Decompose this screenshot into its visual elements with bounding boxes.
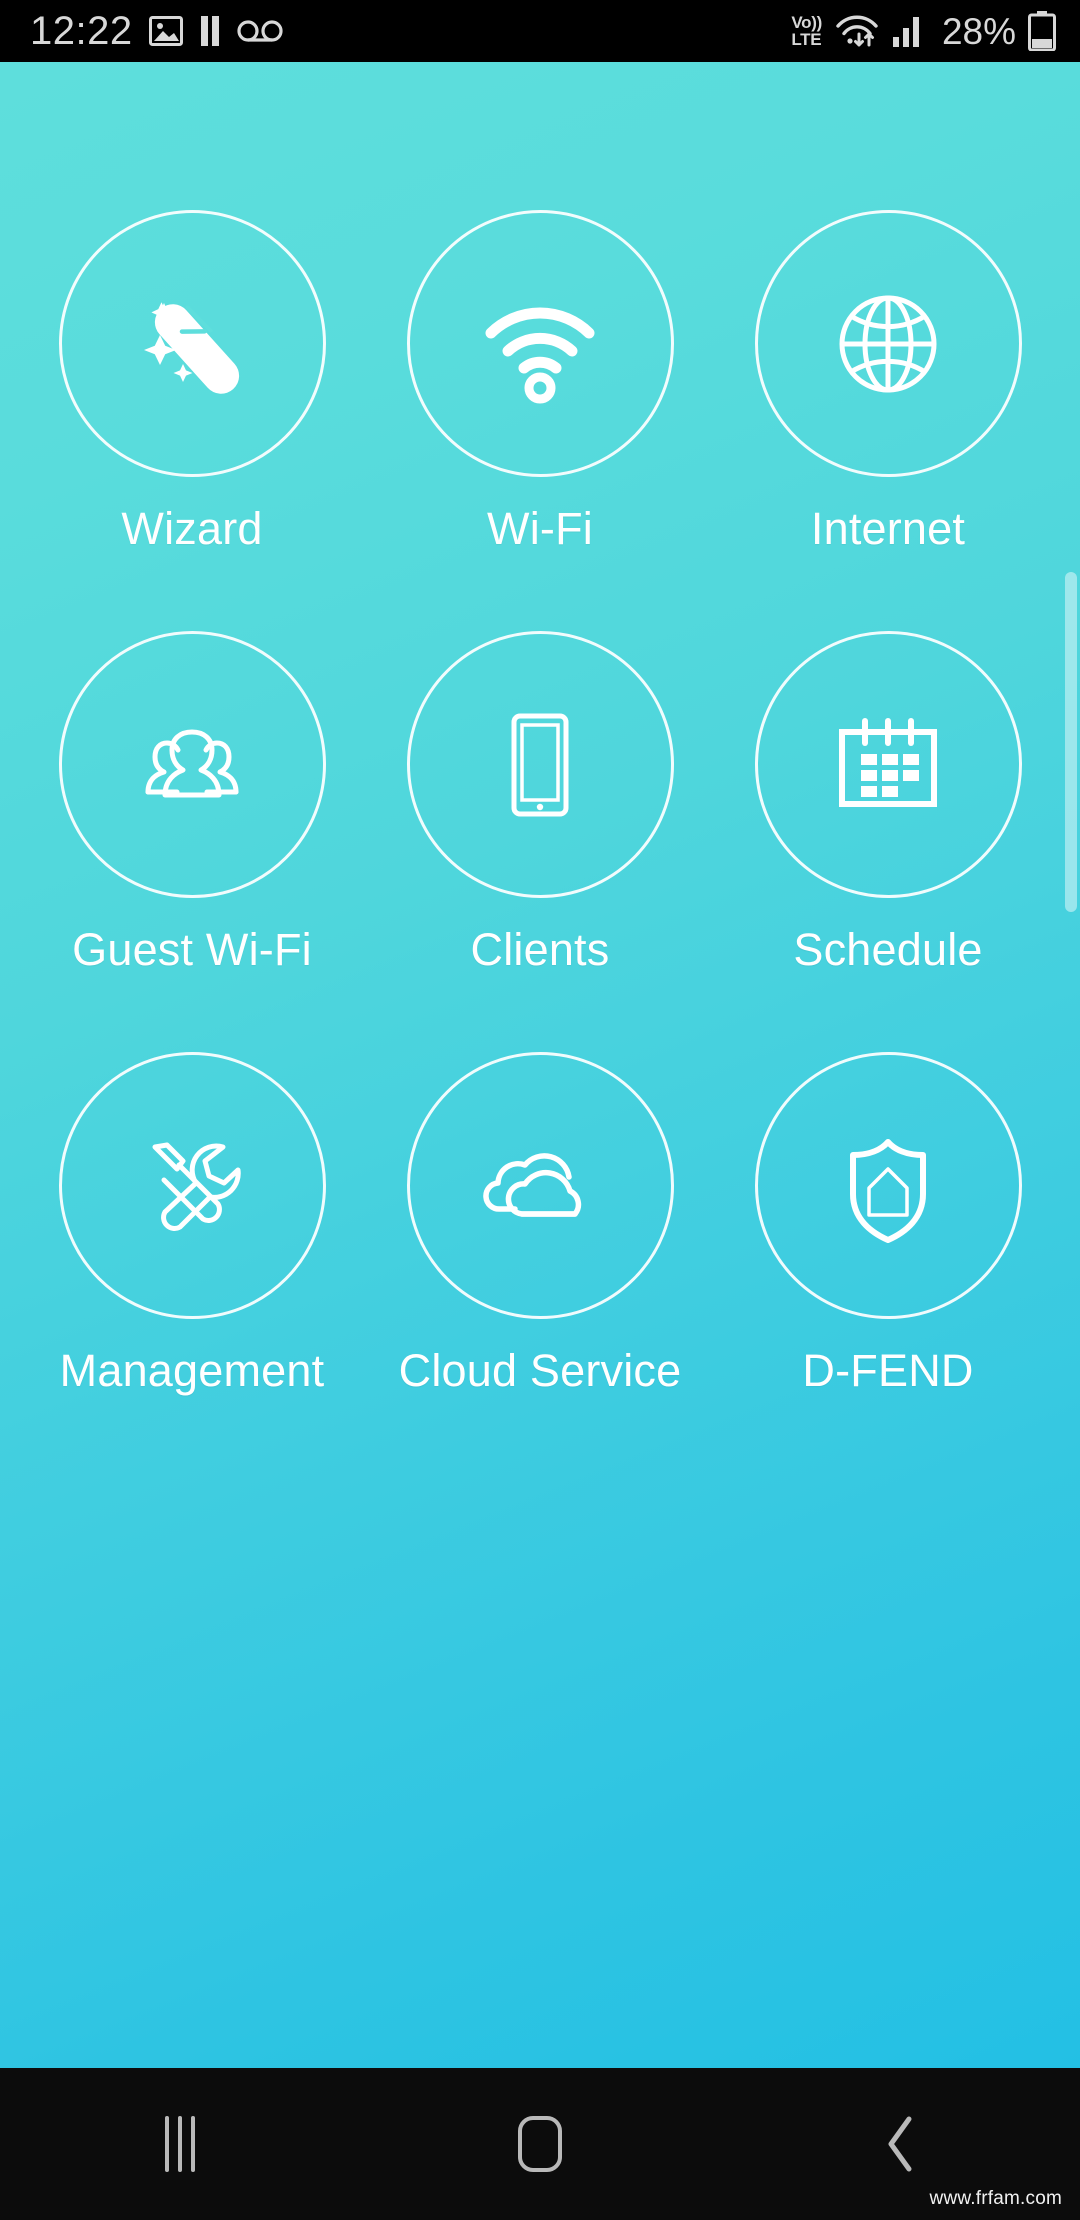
home-icon xyxy=(518,2116,562,2172)
wifi-icon xyxy=(465,269,615,419)
tablet-device-icon xyxy=(465,690,615,840)
tools-wrench-screwdriver-icon xyxy=(117,1111,267,1261)
battery-percent-label: 28% xyxy=(941,10,1016,52)
recent-apps-button[interactable] xyxy=(0,2068,360,2220)
status-bar: 12:22 Vo)) LTE 28% xyxy=(0,0,1080,62)
tile-clients[interactable]: Clients xyxy=(366,631,714,976)
tile-management-circle xyxy=(58,1052,326,1319)
volte-icon: Vo)) LTE xyxy=(791,12,822,49)
tile-guest-wifi-label: Guest Wi-Fi xyxy=(72,924,312,975)
tile-wifi[interactable]: Wi-Fi xyxy=(366,210,714,555)
group-people-icon xyxy=(117,690,267,840)
tile-guest-wifi[interactable]: Guest Wi-Fi xyxy=(18,631,366,976)
tile-wifi-circle xyxy=(406,210,674,477)
screenshot-icon xyxy=(148,16,183,46)
tile-clients-circle xyxy=(406,631,674,898)
volte-line-1: Vo)) xyxy=(791,12,822,32)
tile-management[interactable]: Management xyxy=(18,1052,366,1397)
volte-line-2: LTE xyxy=(791,30,822,49)
tile-cloud-service-circle xyxy=(406,1052,674,1319)
tile-d-fend[interactable]: D-FEND xyxy=(714,1052,1062,1397)
shield-home-icon xyxy=(813,1111,963,1261)
vertical-scrollbar-thumb[interactable] xyxy=(1065,572,1077,912)
wifi-data-transfer-icon xyxy=(834,14,880,48)
tile-wifi-label: Wi-Fi xyxy=(487,503,593,554)
tile-d-fend-circle xyxy=(754,1052,1022,1319)
voicemail-icon xyxy=(237,18,283,44)
app-content: Wizard Wi-Fi Internet Guest Wi-Fi Client… xyxy=(0,62,1080,2068)
tile-internet-circle xyxy=(754,210,1022,477)
tile-management-label: Management xyxy=(59,1345,325,1396)
tile-internet-label: Internet xyxy=(810,503,966,554)
battery-icon xyxy=(1028,11,1056,51)
cellular-signal-icon xyxy=(892,15,926,47)
site-watermark: www.frfam.com xyxy=(929,2188,1062,2209)
clouds-icon xyxy=(465,1111,615,1261)
media-pause-icon xyxy=(199,16,221,46)
tile-cloud-service[interactable]: Cloud Service xyxy=(366,1052,714,1397)
back-chevron-icon xyxy=(882,2115,918,2173)
magic-wand-icon xyxy=(117,269,267,419)
recent-apps-icon xyxy=(165,2116,195,2172)
home-button[interactable] xyxy=(360,2068,720,2220)
status-bar-right: Vo)) LTE 28% xyxy=(791,11,1056,51)
tile-cloud-service-label: Cloud Service xyxy=(398,1345,682,1396)
calendar-icon xyxy=(813,690,963,840)
tile-internet[interactable]: Internet xyxy=(714,210,1062,555)
tile-schedule-circle xyxy=(754,631,1022,898)
system-navigation-bar: www.frfam.com xyxy=(0,2068,1080,2220)
feature-tile-grid: Wizard Wi-Fi Internet Guest Wi-Fi Client… xyxy=(0,62,1080,1397)
tile-wizard-label: Wizard xyxy=(121,503,263,554)
globe-icon xyxy=(813,269,963,419)
status-bar-left: 12:22 xyxy=(30,11,283,51)
tile-d-fend-label: D-FEND xyxy=(802,1345,974,1396)
phone-screen: 12:22 Vo)) LTE 28% Wizard Wi-Fi Internet… xyxy=(0,0,1080,2220)
tile-schedule-label: Schedule xyxy=(793,924,983,975)
tile-wizard[interactable]: Wizard xyxy=(18,210,366,555)
tile-guest-wifi-circle xyxy=(58,631,326,898)
status-clock: 12:22 xyxy=(30,9,133,53)
tile-clients-label: Clients xyxy=(470,924,610,975)
tile-wizard-circle xyxy=(58,210,326,477)
tile-schedule[interactable]: Schedule xyxy=(714,631,1062,976)
